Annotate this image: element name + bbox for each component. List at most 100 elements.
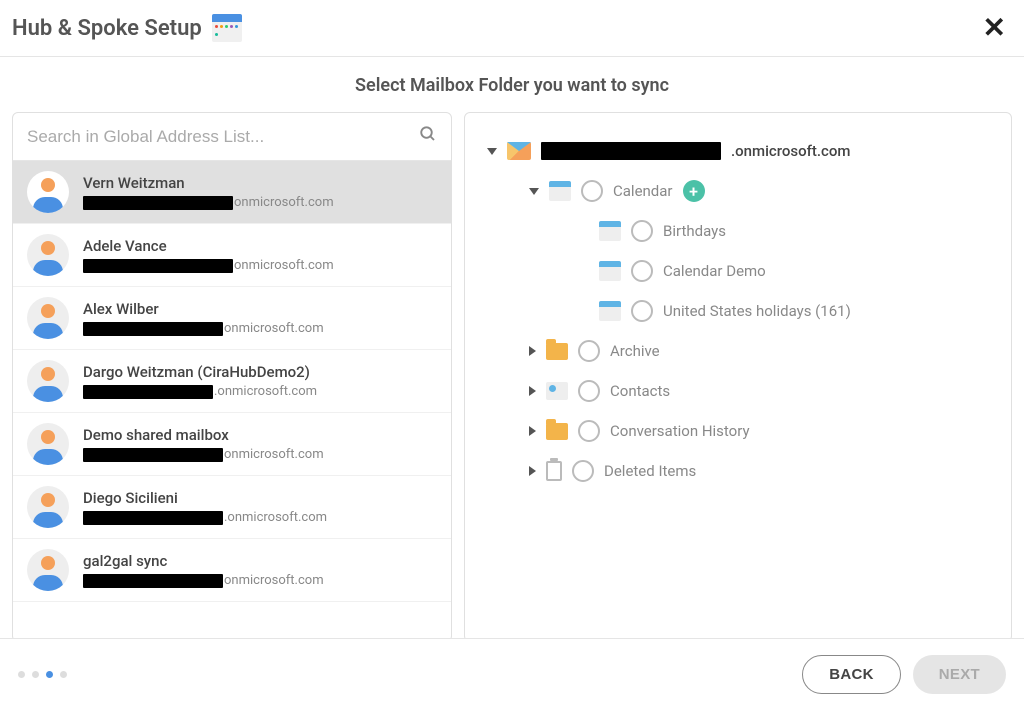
step-dot-active xyxy=(46,671,53,678)
user-list: Vern Weitzman onmicrosoft.com Adele Vanc… xyxy=(13,161,451,641)
contacts-icon xyxy=(546,382,568,400)
tree-subfolder[interactable]: Birthdays xyxy=(487,211,989,251)
user-name: Demo shared mailbox xyxy=(83,426,437,444)
step-dot xyxy=(32,671,39,678)
step-indicator xyxy=(18,671,67,678)
tree-folder-deleted[interactable]: Deleted Items xyxy=(487,451,989,491)
tree-folder-contacts[interactable]: Contacts xyxy=(487,371,989,411)
avatar-icon xyxy=(27,423,69,465)
radio-select[interactable] xyxy=(631,300,653,322)
page-subtitle: Select Mailbox Folder you want to sync xyxy=(0,57,1024,112)
tree-root-row[interactable]: .onmicrosoft.com xyxy=(487,131,989,171)
user-item[interactable]: Alex Wilber onmicrosoft.com xyxy=(13,287,451,350)
user-item[interactable]: Demo shared mailbox onmicrosoft.com xyxy=(13,413,451,476)
user-email: .onmicrosoft.com xyxy=(83,384,437,399)
add-button[interactable]: + xyxy=(683,180,705,202)
tree-label: Birthdays xyxy=(663,222,726,240)
user-email: onmicrosoft.com xyxy=(83,321,437,336)
chevron-right-icon[interactable] xyxy=(529,346,536,356)
calendar-icon xyxy=(599,301,621,321)
radio-select[interactable] xyxy=(578,340,600,362)
radio-select[interactable] xyxy=(578,420,600,442)
step-dot xyxy=(60,671,67,678)
header-bar: Hub & Spoke Setup ✕ xyxy=(0,0,1024,57)
avatar-icon xyxy=(27,171,69,213)
avatar-icon xyxy=(27,549,69,591)
radio-select[interactable] xyxy=(572,460,594,482)
tree-folder-calendar[interactable]: Calendar + xyxy=(487,171,989,211)
user-email: onmicrosoft.com xyxy=(83,195,437,210)
tree-folder-archive[interactable]: Archive xyxy=(487,331,989,371)
folder-tree-panel: .onmicrosoft.com Calendar + Birthdays Ca… xyxy=(464,112,1012,642)
folder-icon xyxy=(546,423,568,440)
user-info: Dargo Weitzman (CiraHubDemo2) .onmicroso… xyxy=(83,363,437,399)
tree-label: Calendar xyxy=(613,182,673,200)
calendar-icon xyxy=(599,261,621,281)
user-email: onmicrosoft.com xyxy=(83,573,437,588)
avatar-icon xyxy=(27,486,69,528)
user-info: Vern Weitzman onmicrosoft.com xyxy=(83,174,437,210)
main-area: Vern Weitzman onmicrosoft.com Adele Vanc… xyxy=(0,112,1024,642)
mailbox-icon xyxy=(507,142,531,160)
tree-subfolder[interactable]: Calendar Demo xyxy=(487,251,989,291)
user-name: Vern Weitzman xyxy=(83,174,437,192)
calendar-icon xyxy=(599,221,621,241)
calendar-icon xyxy=(212,14,242,42)
tree-root-label: .onmicrosoft.com xyxy=(731,142,850,160)
tree-subfolder[interactable]: United States holidays (161) xyxy=(487,291,989,331)
chevron-down-icon[interactable] xyxy=(529,188,539,195)
footer-actions: BACK NEXT xyxy=(802,655,1006,694)
avatar-icon xyxy=(27,234,69,276)
tree-folder-history[interactable]: Conversation History xyxy=(487,411,989,451)
user-info: Diego Sicilieni .onmicrosoft.com xyxy=(83,489,437,525)
user-info: Demo shared mailbox onmicrosoft.com xyxy=(83,426,437,462)
chevron-right-icon[interactable] xyxy=(529,466,536,476)
tree-label: Archive xyxy=(610,342,660,360)
search-input[interactable] xyxy=(27,127,419,147)
user-email: .onmicrosoft.com xyxy=(83,510,437,525)
redacted-text xyxy=(541,142,721,160)
avatar-icon xyxy=(27,297,69,339)
tree-label: Calendar Demo xyxy=(663,262,766,280)
user-email: onmicrosoft.com xyxy=(83,447,437,462)
back-button[interactable]: BACK xyxy=(802,655,901,694)
user-info: gal2gal sync onmicrosoft.com xyxy=(83,552,437,588)
user-item[interactable]: Adele Vance onmicrosoft.com xyxy=(13,224,451,287)
user-name: Dargo Weitzman (CiraHubDemo2) xyxy=(83,363,437,381)
radio-select[interactable] xyxy=(631,260,653,282)
user-item[interactable]: Diego Sicilieni .onmicrosoft.com xyxy=(13,476,451,539)
radio-select[interactable] xyxy=(578,380,600,402)
calendar-icon xyxy=(549,181,571,201)
chevron-right-icon[interactable] xyxy=(529,426,536,436)
tree-label: United States holidays (161) xyxy=(663,302,851,320)
user-name: Diego Sicilieni xyxy=(83,489,437,507)
folder-tree: .onmicrosoft.com Calendar + Birthdays Ca… xyxy=(487,131,989,491)
chevron-right-icon[interactable] xyxy=(529,386,536,396)
next-button[interactable]: NEXT xyxy=(913,655,1006,694)
search-wrap xyxy=(13,113,451,161)
user-name: Adele Vance xyxy=(83,237,437,255)
wizard-footer: BACK NEXT xyxy=(0,638,1024,710)
search-icon[interactable] xyxy=(419,125,437,148)
tree-label: Conversation History xyxy=(610,422,750,440)
user-name: gal2gal sync xyxy=(83,552,437,570)
user-name: Alex Wilber xyxy=(83,300,437,318)
user-email: onmicrosoft.com xyxy=(83,258,437,273)
user-item[interactable]: Dargo Weitzman (CiraHubDemo2) .onmicroso… xyxy=(13,350,451,413)
header-left: Hub & Spoke Setup xyxy=(12,14,242,42)
tree-label: Contacts xyxy=(610,382,670,400)
radio-select[interactable] xyxy=(581,180,603,202)
user-item[interactable]: Vern Weitzman onmicrosoft.com xyxy=(13,161,451,224)
folder-icon xyxy=(546,343,568,360)
user-info: Adele Vance onmicrosoft.com xyxy=(83,237,437,273)
user-info: Alex Wilber onmicrosoft.com xyxy=(83,300,437,336)
page-title: Hub & Spoke Setup xyxy=(12,16,202,41)
user-panel: Vern Weitzman onmicrosoft.com Adele Vanc… xyxy=(12,112,452,642)
chevron-down-icon[interactable] xyxy=(487,148,497,155)
radio-select[interactable] xyxy=(631,220,653,242)
user-item[interactable]: gal2gal sync onmicrosoft.com xyxy=(13,539,451,602)
trash-icon xyxy=(546,461,562,481)
step-dot xyxy=(18,671,25,678)
tree-label: Deleted Items xyxy=(604,462,696,480)
close-icon[interactable]: ✕ xyxy=(983,14,1006,42)
